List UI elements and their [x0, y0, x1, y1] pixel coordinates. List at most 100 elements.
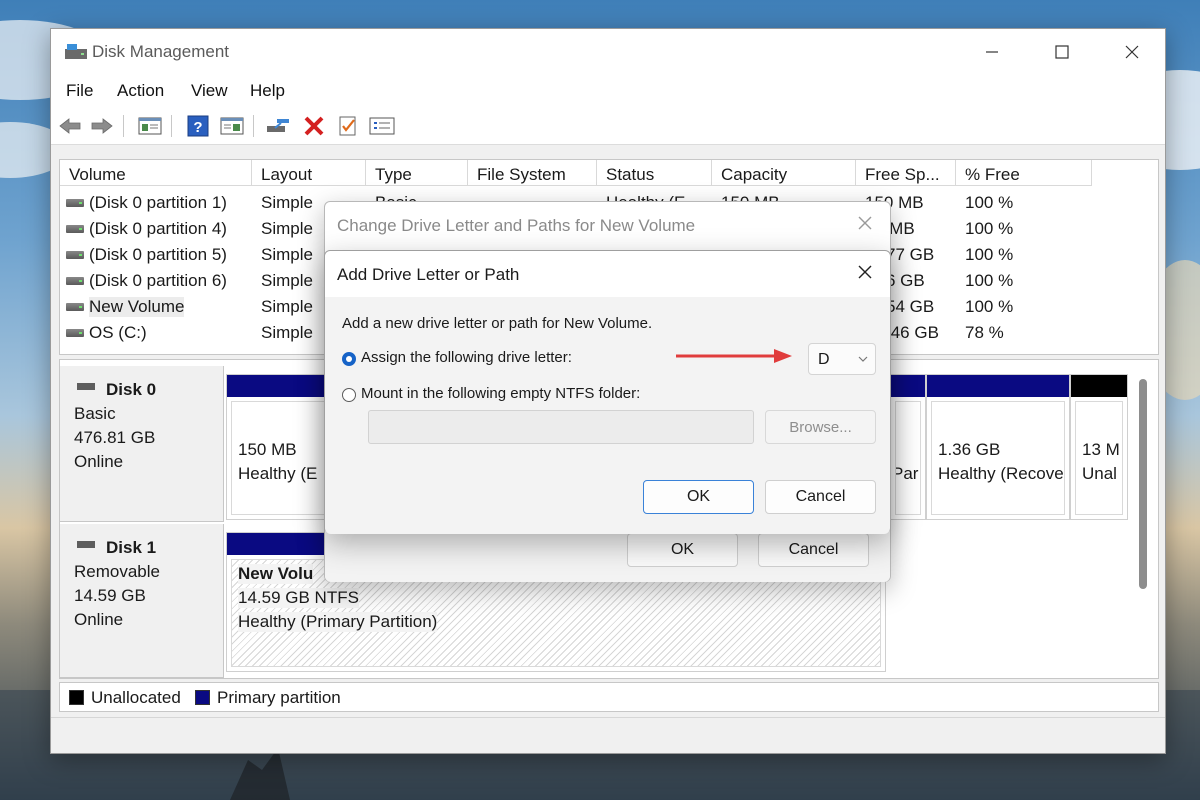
- volume-percent-free: 100 %: [965, 297, 1014, 316]
- volume-name: OS (C:): [89, 323, 147, 342]
- title-bar[interactable]: Disk Management: [51, 29, 1165, 75]
- drive-letter-dropdown[interactable]: D: [808, 343, 876, 375]
- maximize-icon: [1055, 45, 1069, 59]
- partition-size: 13 M: [1082, 440, 1120, 459]
- toolbar: ?: [51, 107, 1165, 145]
- ok-button[interactable]: OK: [627, 533, 738, 567]
- column-header-type[interactable]: Type: [366, 160, 468, 186]
- help-button[interactable]: ?: [185, 114, 211, 138]
- cancel-button[interactable]: Cancel: [765, 480, 876, 514]
- column-header-layout[interactable]: Layout: [252, 160, 366, 186]
- close-icon: [858, 216, 872, 230]
- column-header-file-system[interactable]: File System: [468, 160, 597, 186]
- dialog-body: Add a new drive letter or path for New V…: [325, 297, 890, 534]
- drive-letter-value: D: [818, 351, 830, 368]
- volume-layout: Simple: [261, 245, 313, 264]
- settings-list-button[interactable]: [369, 114, 395, 138]
- forward-button[interactable]: [89, 114, 115, 138]
- legend-unallocated: Unallocated: [91, 688, 181, 707]
- disk-size: 476.81 GB: [74, 428, 156, 447]
- browse-button[interactable]: Browse...: [765, 410, 876, 444]
- disk-type: Removable: [74, 562, 160, 581]
- back-button[interactable]: [57, 114, 83, 138]
- volume-free-space: 77 GB: [886, 245, 935, 264]
- volume-free-space: 54 GB: [886, 297, 935, 316]
- volume-free-space: 6 GB: [886, 271, 925, 290]
- check-button[interactable]: [335, 114, 361, 138]
- check-icon: [339, 116, 356, 136]
- delete-button[interactable]: [301, 114, 327, 138]
- chevron-down-icon: [858, 356, 868, 362]
- volume-free-space: .46 GB: [886, 323, 939, 342]
- volume-drive-icon: [66, 277, 84, 285]
- dialog-title: Add Drive Letter or Path: [337, 265, 520, 284]
- menu-file[interactable]: File: [66, 81, 93, 101]
- close-button[interactable]: [1097, 29, 1167, 75]
- volume-layout: Simple: [261, 219, 313, 238]
- disk-view-scrollbar[interactable]: [1137, 379, 1149, 591]
- volume-name: New Volume: [89, 297, 185, 317]
- properties-pane-button[interactable]: [137, 114, 163, 138]
- volume-name: (Disk 0 partition 6): [89, 271, 227, 290]
- dialog-close-button[interactable]: [857, 215, 873, 236]
- folder-path-input[interactable]: [368, 410, 754, 444]
- scrollbar-thumb[interactable]: [1139, 379, 1147, 589]
- disk-state: Online: [74, 610, 124, 629]
- partition-info: 13 M Unal: [1075, 401, 1123, 515]
- cancel-button[interactable]: Cancel: [758, 533, 869, 567]
- partition-status: Healthy (Recove: [938, 464, 1064, 483]
- mount-folder-radio[interactable]: [342, 388, 356, 402]
- disk-type: Basic: [74, 404, 116, 423]
- column-header-capacity[interactable]: Capacity: [712, 160, 856, 186]
- view-pane-button[interactable]: [219, 114, 245, 138]
- minimize-icon: [986, 51, 998, 53]
- close-icon: [1125, 45, 1139, 59]
- legend: Unallocated Primary partition: [59, 682, 1159, 712]
- volume-layout: Simple: [261, 193, 313, 212]
- menu-view[interactable]: View: [191, 81, 228, 101]
- partition-info: Par: [895, 401, 921, 515]
- volume-percent-free: 100 %: [965, 219, 1014, 238]
- partition-size: 150 MB: [238, 440, 297, 459]
- mount-folder-label[interactable]: Mount in the following empty NTFS folder…: [361, 385, 640, 402]
- disk-name: Disk 1: [106, 538, 157, 557]
- partition-status: Unal: [1082, 464, 1117, 483]
- volume-percent-free: 100 %: [965, 271, 1014, 290]
- unallocated-block[interactable]: 13 M Unal: [1070, 374, 1128, 520]
- status-bar: [51, 717, 1165, 753]
- column-header-volume[interactable]: Volume: [60, 160, 252, 186]
- volume-percent-free: 100 %: [965, 193, 1014, 212]
- menu-help[interactable]: Help: [250, 81, 285, 101]
- column-header-status[interactable]: Status: [597, 160, 712, 186]
- assign-letter-label[interactable]: Assign the following drive letter:: [361, 349, 572, 366]
- menu-bar: File Action View Help: [51, 75, 1165, 107]
- column-header-free-space[interactable]: Free Sp...: [856, 160, 956, 186]
- view-pane-icon: [220, 117, 244, 135]
- minimize-button[interactable]: [957, 29, 1027, 75]
- unallocated-swatch: [69, 690, 84, 705]
- disk-name: Disk 0: [106, 380, 157, 399]
- disk-management-app-icon: [65, 44, 87, 59]
- partition-block[interactable]: Par: [890, 374, 926, 520]
- partition-status: Par: [896, 464, 919, 483]
- toolbar-separator: [171, 115, 172, 137]
- partition-block[interactable]: 1.36 GB Healthy (Recove: [926, 374, 1070, 520]
- column-header-percent-free[interactable]: % Free: [956, 160, 1092, 186]
- disk-1-label[interactable]: Disk 1 Removable 14.59 GB Online: [60, 524, 224, 678]
- delete-icon: [304, 116, 324, 136]
- assign-letter-radio[interactable]: [342, 352, 356, 366]
- maximize-button[interactable]: [1027, 29, 1097, 75]
- ok-button[interactable]: OK: [643, 480, 754, 514]
- connect-drive-icon: [267, 119, 289, 132]
- disk-0-label[interactable]: Disk 0 Basic 476.81 GB Online: [60, 366, 224, 522]
- volume-name: (Disk 0 partition 5): [89, 245, 227, 264]
- disk-size: 14.59 GB: [74, 586, 146, 605]
- partition-size: 14.59 GB NTFS: [238, 588, 359, 608]
- volume-layout: Simple: [261, 297, 313, 316]
- partition-size: 1.36 GB: [938, 440, 1001, 459]
- connect-drive-button[interactable]: [265, 114, 291, 138]
- volume-name: (Disk 0 partition 1): [89, 193, 227, 212]
- disk-icon: [77, 541, 95, 548]
- menu-action[interactable]: Action: [117, 81, 164, 101]
- dialog-close-button[interactable]: [857, 264, 873, 285]
